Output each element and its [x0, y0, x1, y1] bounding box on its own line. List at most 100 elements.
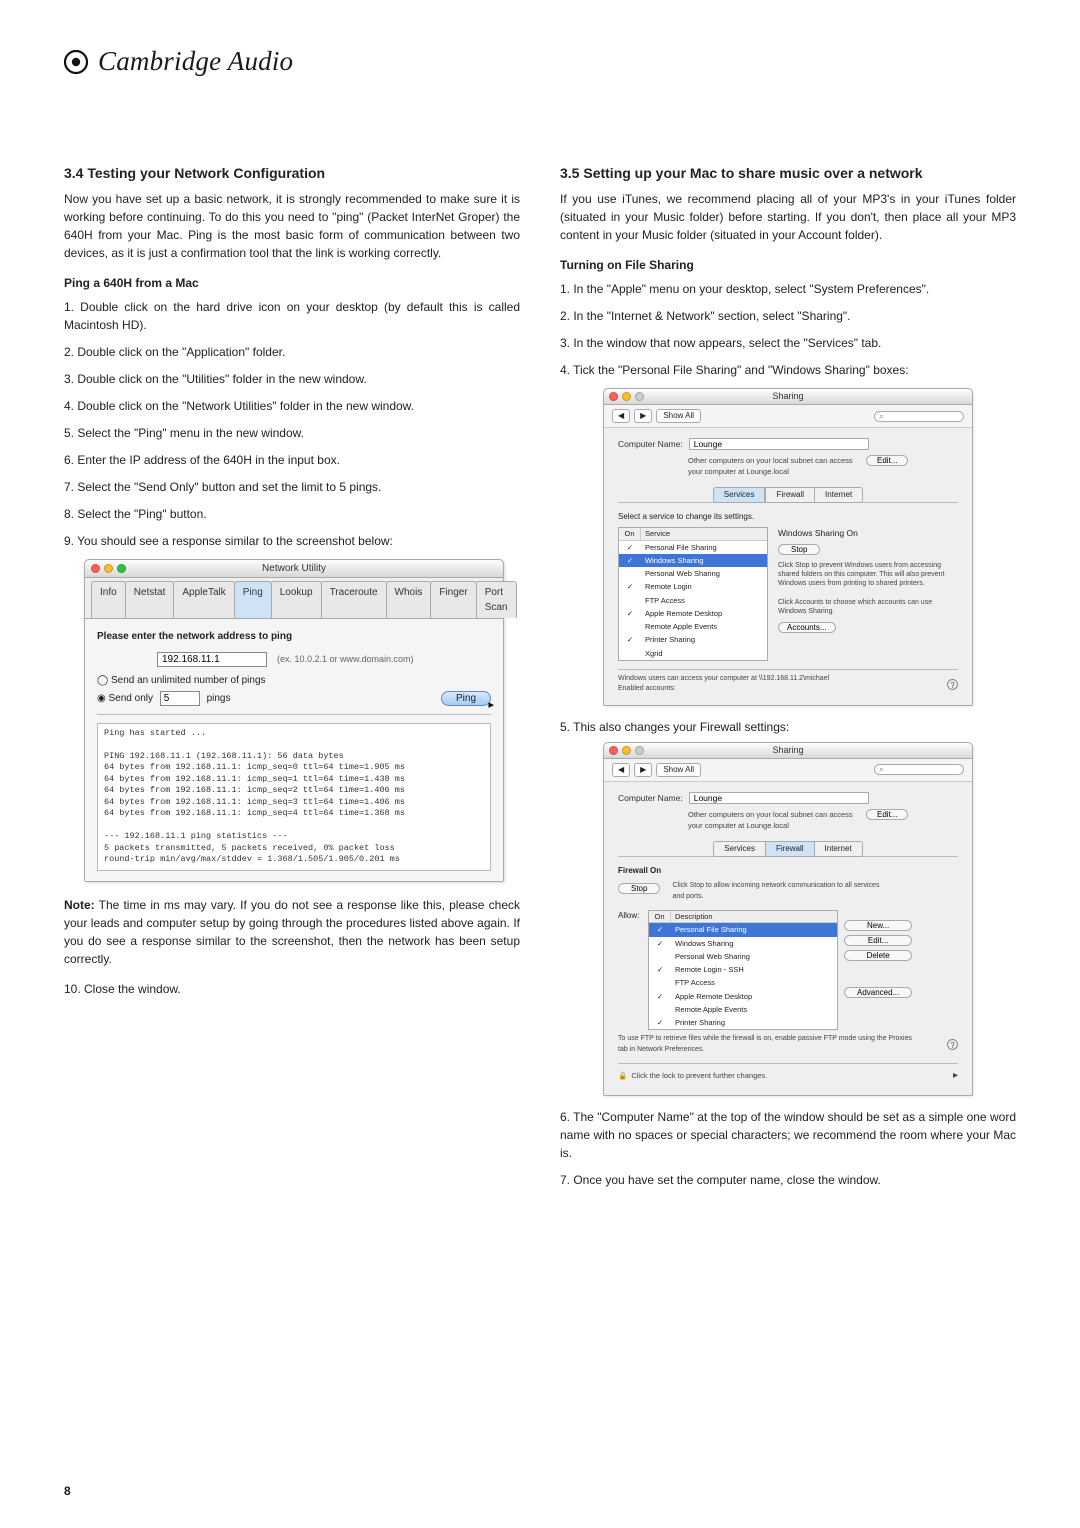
service-row[interactable]: FTP Access — [619, 594, 767, 607]
service-row[interactable]: ✓Printer Sharing — [649, 1016, 837, 1029]
page-number: 8 — [64, 1484, 71, 1498]
service-name: FTP Access — [641, 595, 685, 606]
window-title: Sharing — [604, 744, 972, 758]
accounts-button[interactable]: Accounts... — [778, 622, 836, 633]
netutil-tab-ping[interactable]: Ping — [234, 581, 272, 618]
brand-icon — [64, 50, 88, 74]
delete-button[interactable]: Delete — [844, 950, 912, 961]
ping-step: 8. Select the "Ping" button. — [64, 505, 520, 523]
service-checkbox[interactable]: ✓ — [649, 924, 671, 935]
help-icon[interactable]: ? — [947, 1039, 958, 1050]
service-checkbox[interactable]: ✓ — [619, 608, 641, 619]
tab-firewall[interactable]: Firewall — [765, 487, 815, 503]
edit-fw-button[interactable]: Edit... — [844, 935, 912, 946]
share-step: 3. In the window that now appears, selec… — [560, 334, 1016, 352]
service-name: Personal File Sharing — [641, 542, 717, 553]
window-title: Sharing — [604, 390, 972, 404]
computer-name-hint: Other computers on your local subnet can… — [688, 455, 858, 478]
service-row[interactable]: Remote Apple Events — [619, 620, 767, 633]
netutil-tab[interactable]: Netstat — [125, 581, 175, 618]
ping-step: 3. Double click on the "Utilities" folde… — [64, 370, 520, 388]
section-3-4-heading: 3.4 Testing your Network Configuration — [64, 163, 520, 184]
tab-services[interactable]: Services — [713, 487, 766, 503]
nav-fwd-button[interactable]: ▶ — [634, 763, 652, 777]
stop-button[interactable]: Stop — [778, 544, 820, 555]
firewall-stop-note: Click Stop to allow incoming network com… — [672, 881, 892, 902]
computer-name-input[interactable] — [689, 792, 869, 804]
service-checkbox[interactable]: ✓ — [649, 991, 671, 1002]
service-checkbox[interactable]: ✓ — [619, 634, 641, 645]
tab-firewall[interactable]: Firewall — [766, 841, 815, 857]
tab-internet[interactable]: Internet — [815, 487, 863, 503]
ping-output: Ping has started ... PING 192.168.11.1 (… — [97, 723, 491, 871]
search-input[interactable]: ⌕ — [874, 411, 964, 422]
service-row[interactable]: ✓Apple Remote Desktop — [649, 990, 837, 1003]
service-name: Remote Apple Events — [641, 621, 717, 632]
service-name: Remote Login - SSH — [671, 964, 744, 975]
service-row[interactable]: Personal Web Sharing — [649, 950, 837, 963]
netutil-tab[interactable]: AppleTalk — [173, 581, 234, 618]
nav-back-button[interactable]: ◀ — [612, 409, 630, 423]
netutil-tab[interactable]: Whois — [386, 581, 432, 618]
service-row[interactable]: ✓Apple Remote Desktop — [619, 607, 767, 620]
service-row[interactable]: Xgrid — [619, 647, 767, 660]
service-row[interactable]: ✓Personal File Sharing — [649, 923, 837, 936]
service-row[interactable]: ✓Remote Login — [619, 580, 767, 593]
netutil-tab[interactable]: Finger — [430, 581, 476, 618]
brand-text: Cambridge Audio — [98, 46, 293, 77]
service-row[interactable]: ✓Windows Sharing — [649, 937, 837, 950]
service-name: Apple Remote Desktop — [671, 991, 752, 1002]
ping-button[interactable]: Ping▸ — [441, 691, 491, 706]
cursor-icon: ▸ — [953, 1068, 958, 1083]
netutil-tab[interactable]: Port Scan — [476, 581, 517, 618]
new-button[interactable]: New... — [844, 920, 912, 931]
service-row[interactable]: ✓Windows Sharing — [619, 554, 767, 567]
section-3-4-intro: Now you have set up a basic network, it … — [64, 190, 520, 262]
service-row[interactable]: ✓Printer Sharing — [619, 633, 767, 646]
service-name: Xgrid — [641, 648, 663, 659]
tab-services[interactable]: Services — [713, 841, 766, 857]
share-step: 2. In the "Internet & Network" section, … — [560, 307, 1016, 325]
lock-row[interactable]: 🔒 Click the lock to prevent further chan… — [618, 1064, 958, 1087]
radio-sendonly[interactable]: ◉ Send only pings — [97, 691, 230, 706]
service-name: Apple Remote Desktop — [641, 608, 722, 619]
lock-icon: 🔒 — [618, 1070, 627, 1081]
showall-button[interactable]: Show All — [656, 763, 701, 777]
computer-name-input[interactable] — [689, 438, 869, 450]
firewall-status: Firewall On — [618, 865, 661, 877]
service-checkbox[interactable]: ✓ — [649, 1017, 671, 1028]
service-row[interactable]: Personal Web Sharing — [619, 567, 767, 580]
firewall-tip: To use FTP to retrieve files while the f… — [618, 1034, 918, 1055]
netutil-tab[interactable]: Traceroute — [321, 581, 387, 618]
advanced-button[interactable]: Advanced... — [844, 987, 912, 998]
nav-fwd-button[interactable]: ▶ — [634, 409, 652, 423]
firewall-list: OnDescription ✓Personal File Sharing✓Win… — [648, 910, 838, 1030]
ping-count-input[interactable] — [160, 691, 200, 706]
service-row[interactable]: FTP Access — [649, 976, 837, 989]
service-row[interactable]: Remote Apple Events — [649, 1003, 837, 1016]
edit-button[interactable]: Edit... — [866, 455, 908, 466]
ip-input[interactable] — [157, 652, 267, 667]
service-checkbox[interactable]: ✓ — [649, 938, 671, 949]
computer-name-label: Computer Name: — [618, 792, 683, 805]
service-row[interactable]: ✓Remote Login - SSH — [649, 963, 837, 976]
search-input[interactable]: ⌕ — [874, 764, 964, 775]
radio-unlimited[interactable]: ◯ Send an unlimited number of pings — [97, 673, 491, 688]
firewall-stop-button[interactable]: Stop — [618, 883, 660, 894]
edit-button[interactable]: Edit... — [866, 809, 908, 820]
service-checkbox[interactable]: ✓ — [619, 555, 641, 566]
ping-step-10: 10. Close the window. — [64, 980, 520, 998]
service-checkbox[interactable]: ✓ — [649, 964, 671, 975]
nav-back-button[interactable]: ◀ — [612, 763, 630, 777]
service-row[interactable]: ✓Personal File Sharing — [619, 541, 767, 554]
service-checkbox[interactable]: ✓ — [619, 581, 641, 592]
showall-button[interactable]: Show All — [656, 409, 701, 423]
help-icon[interactable]: ? — [947, 679, 958, 690]
netutil-tab[interactable]: Lookup — [271, 581, 322, 618]
service-name: Personal File Sharing — [671, 924, 747, 935]
service-checkbox[interactable]: ✓ — [619, 542, 641, 553]
netutil-tab[interactable]: Info — [91, 581, 126, 618]
sharing-firewall-screenshot: Sharing ◀ ▶ Show All ⌕ Computer Name: Ot… — [603, 742, 973, 1097]
tab-internet[interactable]: Internet — [815, 841, 863, 857]
service-name: Personal Web Sharing — [641, 568, 720, 579]
